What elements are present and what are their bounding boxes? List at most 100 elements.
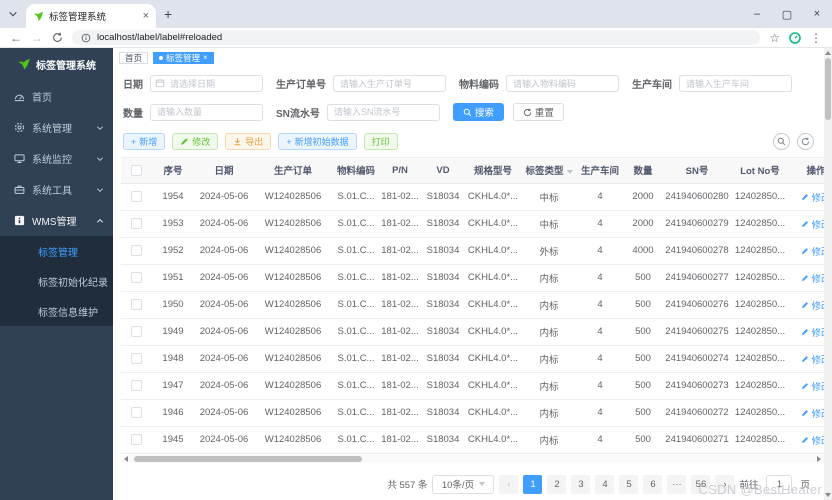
search-button-label: 搜索 <box>474 108 494 119</box>
site-info-icon[interactable] <box>81 33 91 43</box>
export-button[interactable]: 导出 <box>225 133 272 150</box>
row-edit-link[interactable]: 修改 <box>801 190 824 204</box>
scroll-left-icon[interactable] <box>124 455 128 462</box>
row-checkbox[interactable] <box>130 352 142 364</box>
row-edit-link[interactable]: 修改 <box>801 352 824 366</box>
material-input[interactable] <box>506 75 619 92</box>
order-input[interactable] <box>333 75 446 92</box>
row-edit-link[interactable]: 修改 <box>801 406 824 420</box>
cell-spec: CKHL4.0*... <box>465 399 521 427</box>
sidebar-item-system-tools[interactable]: 系统工具 <box>0 174 113 205</box>
page-button-1[interactable]: 1 <box>523 474 543 494</box>
forward-icon[interactable]: → <box>31 32 43 44</box>
tab-close-icon[interactable]: × <box>143 10 149 22</box>
new-tab-button[interactable]: + <box>164 6 172 22</box>
cell-qty: 4000 <box>623 237 663 265</box>
address-bar[interactable]: localhost/label/label#reloaded <box>72 30 761 45</box>
scroll-down-icon[interactable] <box>825 493 831 497</box>
sidebar-item-system-monitor[interactable]: 系统监控 <box>0 143 113 174</box>
close-button[interactable]: × <box>802 0 832 28</box>
row-checkbox[interactable] <box>130 433 142 445</box>
tab-search-icon[interactable] <box>8 9 18 19</box>
row-checkbox[interactable] <box>130 325 142 337</box>
row-checkbox[interactable] <box>130 190 142 202</box>
row-edit-link[interactable]: 修改 <box>801 325 824 339</box>
kebab-menu-icon[interactable]: ⋮ <box>810 32 822 44</box>
select-all-checkbox[interactable] <box>130 164 142 176</box>
print-button[interactable]: 打印 <box>363 133 398 150</box>
edit-button[interactable]: 修改 <box>172 133 219 150</box>
row-edit-link[interactable]: 修改 <box>801 271 824 285</box>
page-button-4[interactable]: 4 <box>595 474 615 494</box>
row-checkbox[interactable] <box>130 406 142 418</box>
page-button-2[interactable]: 2 <box>547 474 567 494</box>
row-checkbox[interactable] <box>130 379 142 391</box>
cell-seq: 1951 <box>151 264 195 292</box>
sidebar-item-wms[interactable]: WMS管理 <box>0 205 113 236</box>
maximize-button[interactable]: ▢ <box>772 0 802 28</box>
tag-home[interactable]: 首页 <box>119 51 149 64</box>
sidebar-item-system-admin[interactable]: 系统管理 <box>0 112 113 143</box>
browser-tab[interactable]: 标签管理系统 × <box>26 4 156 28</box>
workshop-input[interactable] <box>679 75 792 92</box>
reload-icon[interactable] <box>52 32 63 43</box>
page-button-6[interactable]: 6 <box>643 474 663 494</box>
page-button-5[interactable]: 5 <box>619 474 639 494</box>
scrollbar-thumb[interactable] <box>825 58 831 120</box>
submenu-item-label-info-maintain[interactable]: 标签信息维护 <box>0 296 113 326</box>
scroll-up-icon[interactable] <box>825 51 831 55</box>
tag-close-icon[interactable]: × <box>203 53 208 62</box>
row-checkbox[interactable] <box>130 298 142 310</box>
row-checkbox[interactable] <box>130 244 142 256</box>
submenu-item-label-init-record[interactable]: 标签初始化纪录 <box>0 266 113 296</box>
reset-button[interactable]: 重置 <box>512 103 564 121</box>
goto-page-input[interactable] <box>766 474 793 494</box>
refresh-table-button[interactable] <box>797 133 814 150</box>
scrollbar-thumb[interactable] <box>134 455 362 462</box>
add-button-label: 新增 <box>139 137 158 147</box>
cell-spec: CKHL4.0*... <box>465 318 521 346</box>
extension-icon[interactable] <box>789 31 801 44</box>
page-ellipsis[interactable]: ··· <box>667 474 687 494</box>
minimize-button[interactable]: – <box>742 0 772 28</box>
add-button[interactable]: + 新增 <box>123 133 166 150</box>
column-header: 物料编码 <box>333 158 379 184</box>
page-size-select[interactable]: 10条/页 <box>432 474 495 494</box>
toggle-search-button[interactable] <box>773 133 790 150</box>
sn-input[interactable] <box>326 103 440 121</box>
row-edit-link[interactable]: 修改 <box>801 433 824 447</box>
prev-page-button[interactable]: ‹ <box>499 474 519 494</box>
cell-spec: CKHL4.0*... <box>465 183 521 211</box>
row-checkbox[interactable] <box>130 271 142 283</box>
add-init-data-button[interactable]: + 新增初始数据 <box>278 133 357 150</box>
cell-pn: 181-02... <box>379 210 421 238</box>
row-edit-link[interactable]: 修改 <box>801 217 824 231</box>
bookmark-star-icon[interactable]: ☆ <box>769 32 780 44</box>
plus-icon: + <box>286 136 292 147</box>
row-edit-link[interactable]: 修改 <box>801 244 824 258</box>
cell-spec: CKHL4.0*... <box>465 237 521 265</box>
row-edit-link[interactable]: 修改 <box>801 379 824 393</box>
row-edit-link[interactable]: 修改 <box>801 298 824 312</box>
back-icon[interactable]: ← <box>10 32 22 44</box>
next-page-button[interactable]: › <box>715 474 735 494</box>
row-checkbox[interactable] <box>130 217 142 229</box>
cell-sn: 241940600273 <box>663 372 731 400</box>
sidebar-item-home[interactable]: 首页 <box>0 81 113 112</box>
horizontal-scrollbar[interactable] <box>121 454 824 463</box>
date-input[interactable] <box>150 75 263 92</box>
page-button-3[interactable]: 3 <box>571 474 591 494</box>
search-button[interactable]: 搜索 <box>452 103 504 121</box>
cell-order: W124028506 <box>253 426 333 454</box>
vertical-scrollbar[interactable] <box>824 48 832 500</box>
cell-qty: 500 <box>623 372 663 400</box>
page-button-56[interactable]: 56 <box>691 474 711 494</box>
search-icon <box>777 137 786 146</box>
cell-date: 2024-05-06 <box>195 291 253 319</box>
scroll-right-icon[interactable] <box>817 455 821 462</box>
submenu-item-label-manage[interactable]: 标签管理 <box>0 236 113 266</box>
filter-caret-icon[interactable] <box>566 169 573 174</box>
qty-input[interactable] <box>150 103 263 121</box>
tag-label-manage[interactable]: 标签管理 × <box>153 51 214 64</box>
column-header: 规格型号 <box>465 158 521 184</box>
